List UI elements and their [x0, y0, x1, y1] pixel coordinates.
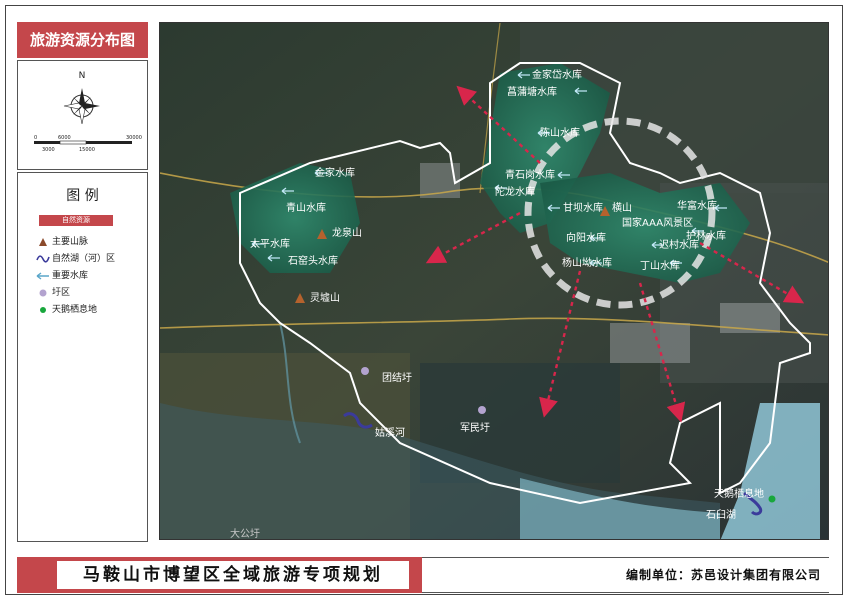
polder-label-tuanjie: 团结圩	[382, 371, 412, 384]
legend-panel: 图 例 自然资源 主要山脉 自然湖（河）区 重要水库 圩区 天鹅栖息地	[17, 172, 148, 542]
legend-item-polder: 圩区	[36, 287, 70, 299]
reservoir-label-dingshan: 丁山水库	[640, 259, 680, 272]
polder-marker-tuanjie	[361, 367, 369, 375]
legend-item-mountain: 主要山脉	[36, 236, 88, 248]
reservoir-label-yangshanao: 杨山坳水库	[562, 256, 612, 269]
footer-title-band: 马鞍山市博望区全域旅游专项规划	[17, 557, 422, 593]
map-canvas: 龙泉山 横山 灵墟山 金家岱水库 菖蒲塘水库 陈山水库 金家水库 青山水库 青石…	[160, 23, 828, 540]
legend-category: 自然资源	[39, 215, 113, 226]
legend-item-lake: 自然湖（河）区	[36, 253, 115, 265]
reservoir-label-changputang: 菖蒲塘水库	[507, 85, 557, 98]
reservoir-label-jinjia: 金家水库	[315, 166, 355, 179]
scale-bar: 0 6000 30000 3000 15000	[34, 135, 142, 153]
reservoir-label-ganba: 甘坝水库	[563, 201, 603, 214]
mountain-icon	[36, 236, 50, 248]
sidebar: 旅游资源分布图 N 0 6000 30000 3000 15000 图 例 自然…	[17, 22, 148, 542]
credit-text: 编制单位：苏邑设计集团有限公司	[625, 568, 821, 582]
swan-icon	[36, 304, 50, 316]
reservoir-label-qingshan: 青山水库	[286, 201, 326, 214]
footer-credit-band: 编制单位：苏邑设计集团有限公司	[422, 557, 829, 593]
reservoir-label-chicun: 迟村水库	[659, 238, 699, 251]
place-label-dagongwei: 大公圩	[230, 527, 260, 540]
map-title: 旅游资源分布图	[17, 22, 148, 58]
north-arrow-icon: N 0 6000 30000 3000 15000	[34, 71, 142, 153]
reservoir-label-xiangyang: 向阳水库	[566, 231, 606, 244]
reservoir-label-huafu: 华富水库	[677, 199, 717, 212]
reservoir-label-shiyaotou: 石窑头水库	[288, 254, 338, 267]
svg-text:30000: 30000	[126, 135, 142, 141]
svg-text:3000: 3000	[42, 147, 55, 153]
svg-text:0: 0	[34, 135, 37, 141]
reservoir-label-tuolong: 陀龙水库	[495, 185, 535, 198]
compass-panel: N 0 6000 30000 3000 15000	[17, 60, 148, 170]
legend-title: 图 例	[66, 188, 99, 204]
reservoir-label-jinjiadai: 金家岱水库	[532, 68, 582, 81]
reservoir-label-qingshigang: 青石岗水库	[505, 168, 555, 181]
mountain-label-hengshan: 横山	[612, 201, 632, 214]
svg-text:6000: 6000	[58, 135, 71, 141]
svg-text:15000: 15000	[79, 147, 95, 153]
reservoir-label-taiping: 太平水库	[250, 237, 290, 250]
north-label: N	[79, 71, 86, 81]
reservoir-icon	[36, 270, 50, 282]
plan-title: 马鞍山市博望区全域旅游专项规划	[57, 561, 409, 589]
polder-marker-junmin	[478, 406, 486, 414]
polder-icon	[36, 287, 50, 299]
legend-item-swan: 天鹅栖息地	[36, 304, 97, 316]
mountain-label-lingxu: 灵墟山	[310, 291, 340, 304]
lake-icon	[36, 253, 50, 265]
lake-label-shijiu: 石臼湖	[706, 509, 736, 521]
scenic-area-label: 国家AAA风景区	[622, 216, 693, 229]
lake-label-guxi: 姑溪河	[375, 426, 405, 439]
satellite-map[interactable]: 龙泉山 横山 灵墟山 金家岱水库 菖蒲塘水库 陈山水库 金家水库 青山水库 青石…	[159, 22, 829, 540]
reservoir-label-chenshan: 陈山水库	[540, 126, 580, 139]
swan-habitat-marker	[768, 495, 776, 503]
mountain-label-longquan: 龙泉山	[332, 226, 362, 239]
polder-label-junmin: 军民圩	[460, 421, 490, 434]
swan-habitat-label: 天鹅栖息地	[714, 487, 764, 500]
footer-bar: 马鞍山市博望区全域旅游专项规划 编制单位：苏邑设计集团有限公司	[17, 557, 829, 593]
legend-item-reservoir: 重要水库	[36, 270, 88, 282]
